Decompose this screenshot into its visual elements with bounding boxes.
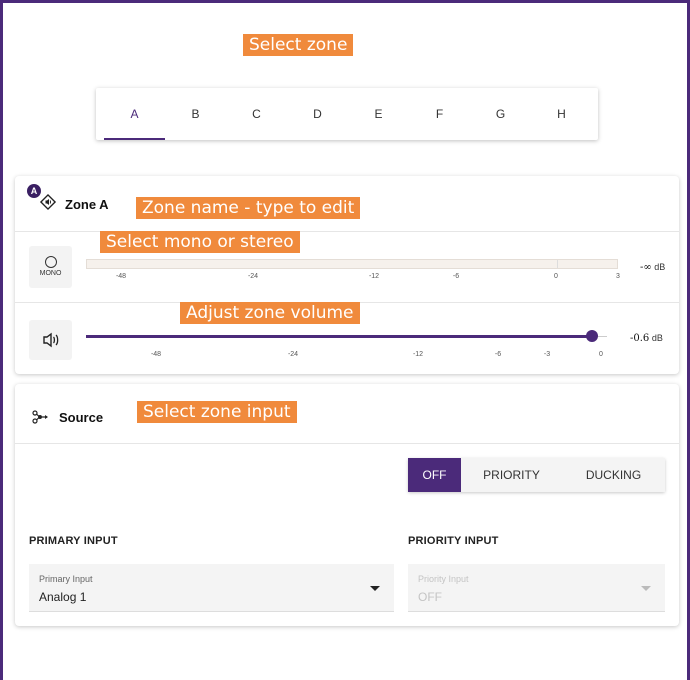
annotation-select-zone: Select zone [243,34,354,56]
meter-tick: -48 [115,273,127,280]
priority-input-value: OFF [418,590,442,604]
priority-input-label: Priority Input [418,574,469,584]
tab-d[interactable]: D [287,88,348,140]
annotation-mono-stereo: Select mono or stereo [100,231,300,253]
annotation-select-input: Select zone input [137,401,297,423]
tab-h[interactable]: H [531,88,592,140]
level-meter [86,259,618,269]
mode-off-button[interactable]: OFF [408,458,461,492]
priority-input-select: Priority Input OFF [408,564,665,612]
primary-input-label: Primary Input [39,574,93,584]
volume-readout-unit: dB [651,333,663,343]
mode-priority-button[interactable]: PRIORITY [461,458,562,492]
source-mode-toggle: OFF PRIORITY DUCKING [408,458,665,492]
zone-tabs: A B C D E F G H [96,88,598,140]
meter-zero-mark [557,260,558,268]
mono-label: MONO [39,270,62,277]
volume-tick: -24 [287,351,299,358]
mode-ducking-button[interactable]: DUCKING [562,458,665,492]
volume-tick: -3 [543,351,551,358]
meter-tick: 3 [616,273,620,280]
meter-tick: -12 [368,273,380,280]
source-icon [32,408,50,431]
tab-f[interactable]: F [409,88,470,140]
volume-tick: -12 [412,351,424,358]
source-card: Source Select zone input OFF PRIORITY DU… [15,384,679,626]
priority-input-heading: PRIORITY INPUT [408,535,499,547]
annotation-zone-name: Zone name - type to edit [136,197,361,219]
annotation-adjust-volume: Adjust zone volume [180,302,360,324]
meter-readout-value: -∞ [640,262,652,273]
tab-b[interactable]: B [165,88,226,140]
speaker-icon [43,332,59,348]
volume-readout-value: -0.6 [630,333,650,344]
chevron-down-icon [370,586,380,591]
primary-input-select[interactable]: Primary Input Analog 1 [29,564,394,612]
circle-icon [44,256,57,268]
source-title: Source [59,410,104,425]
primary-input-value: Analog 1 [39,590,87,604]
primary-input-heading: PRIMARY INPUT [29,535,118,547]
mono-stereo-toggle[interactable]: MONO [29,246,72,288]
zone-speaker-icon [39,193,57,216]
meter-tick: 0 [554,273,558,280]
tab-a[interactable]: A [104,88,165,140]
volume-tick: -48 [150,351,162,358]
meter-tick: -24 [247,273,259,280]
volume-readout: -0.6 dB [630,333,663,344]
tab-g[interactable]: G [470,88,531,140]
chevron-down-icon [641,586,651,591]
zone-name-input[interactable]: Zone A [65,197,109,212]
volume-tick: -6 [494,351,502,358]
tab-e[interactable]: E [348,88,409,140]
volume-slider-track[interactable] [86,335,593,338]
tab-c[interactable]: C [226,88,287,140]
meter-readout: -∞ dB [640,262,665,273]
zone-card: A Zone A Zone name - type to edit Select… [15,176,679,374]
meter-tick: -6 [452,273,460,280]
volume-tick: 0 [599,351,603,358]
divider [15,443,679,444]
meter-readout-unit: dB [654,262,666,272]
volume-slider-thumb[interactable] [586,330,598,342]
mute-button[interactable] [29,320,72,360]
